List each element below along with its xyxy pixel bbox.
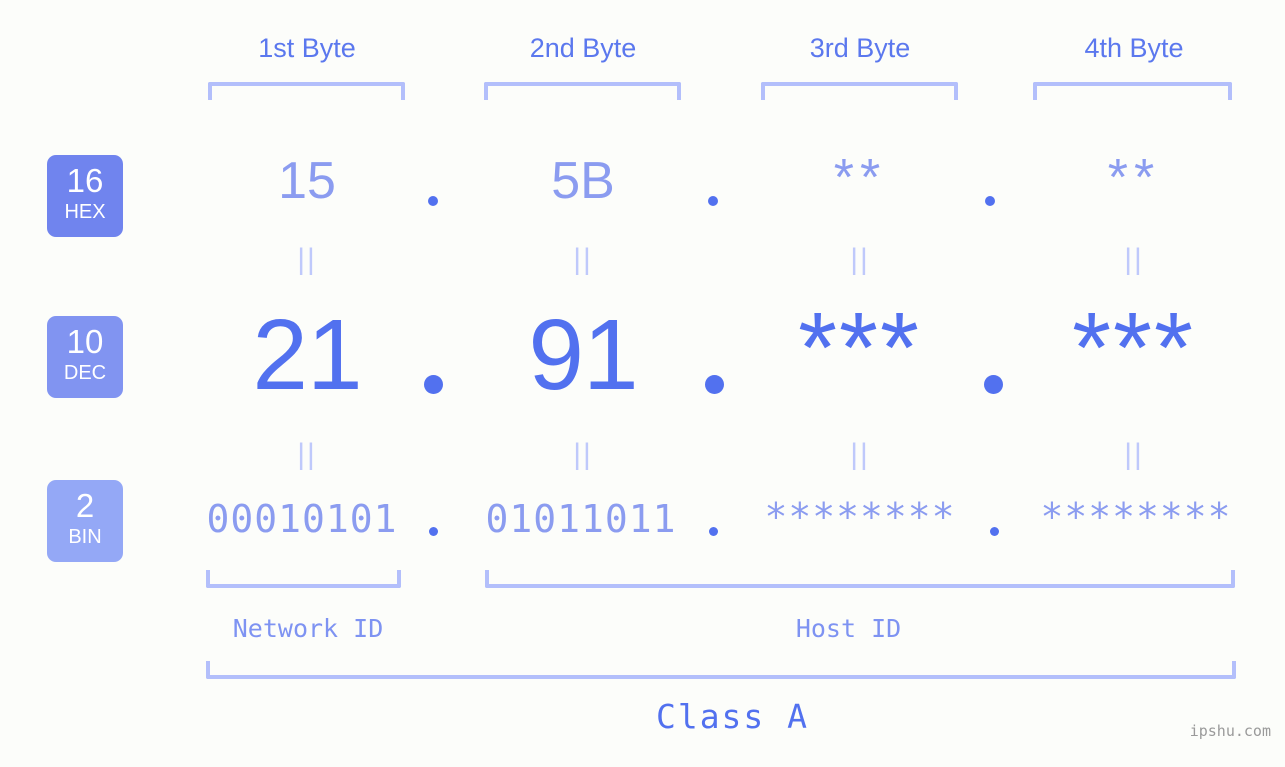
bin-dot-3 [990, 527, 999, 536]
hex-byte-4: ** [1107, 149, 1161, 207]
base-badge-hex: 16 HEX [47, 155, 123, 237]
site-watermark: ipshu.com [1189, 722, 1271, 740]
base-badge-bin-number: 2 [75, 487, 95, 524]
equals-sign-hex-dec-2: || [573, 243, 593, 276]
equals-sign-dec-bin-2: || [573, 438, 593, 471]
dec-dot-3 [984, 375, 1003, 394]
ip-address-breakdown-diagram: 1st Byte 2nd Byte 3rd Byte 4th Byte 16 H… [0, 0, 1285, 767]
equals-sign-dec-bin-3: || [850, 438, 870, 471]
bin-byte-4: ******** [1040, 495, 1232, 539]
host-id-label: Host ID [795, 614, 902, 643]
base-badge-bin-abbr: BIN [68, 526, 102, 548]
byte-header-2: 2nd Byte [529, 33, 637, 63]
byte-bracket-1 [208, 82, 405, 100]
byte-bracket-2 [484, 82, 681, 100]
bin-byte-2: 01011011 [485, 497, 677, 541]
hex-byte-3: ** [833, 149, 887, 207]
hex-dot-2 [708, 196, 718, 206]
host-id-bracket [485, 570, 1235, 588]
bin-byte-3: ******** [764, 495, 956, 539]
bin-byte-1: 00010101 [206, 497, 398, 541]
byte-header-1: 1st Byte [258, 33, 356, 63]
byte-bracket-4 [1033, 82, 1232, 100]
equals-sign-dec-bin-4: || [1124, 438, 1144, 471]
hex-dot-1 [428, 196, 438, 206]
dec-dot-2 [705, 375, 724, 394]
base-badge-hex-number: 16 [66, 162, 104, 199]
byte-bracket-3 [761, 82, 958, 100]
base-badge-dec-number: 10 [66, 323, 104, 360]
base-badge-bin: 2 BIN [47, 480, 123, 562]
network-id-label: Network ID [232, 614, 384, 643]
dec-byte-2: 91 [528, 299, 638, 411]
equals-sign-hex-dec-4: || [1124, 243, 1144, 276]
base-badge-dec-abbr: DEC [63, 362, 107, 384]
equals-sign-hex-dec-1: || [297, 243, 317, 276]
hex-byte-1: 15 [278, 152, 336, 210]
bin-dot-2 [709, 527, 718, 536]
dec-dot-1 [424, 375, 443, 394]
class-label: Class A [655, 697, 810, 736]
base-badge-hex-abbr: HEX [64, 201, 106, 223]
byte-header-3: 3rd Byte [809, 33, 911, 63]
dec-byte-1: 21 [252, 299, 362, 411]
network-id-bracket [206, 570, 401, 588]
byte-header-4: 4th Byte [1084, 33, 1184, 63]
hex-byte-2: 5B [551, 152, 615, 210]
hex-dot-3 [985, 196, 995, 206]
equals-sign-dec-bin-1: || [297, 438, 317, 471]
dec-byte-4: *** [1072, 292, 1195, 404]
class-bracket [206, 661, 1236, 679]
bin-dot-1 [429, 527, 438, 536]
dec-byte-3: *** [798, 292, 921, 404]
equals-sign-hex-dec-3: || [850, 243, 870, 276]
base-badge-dec: 10 DEC [47, 316, 123, 398]
